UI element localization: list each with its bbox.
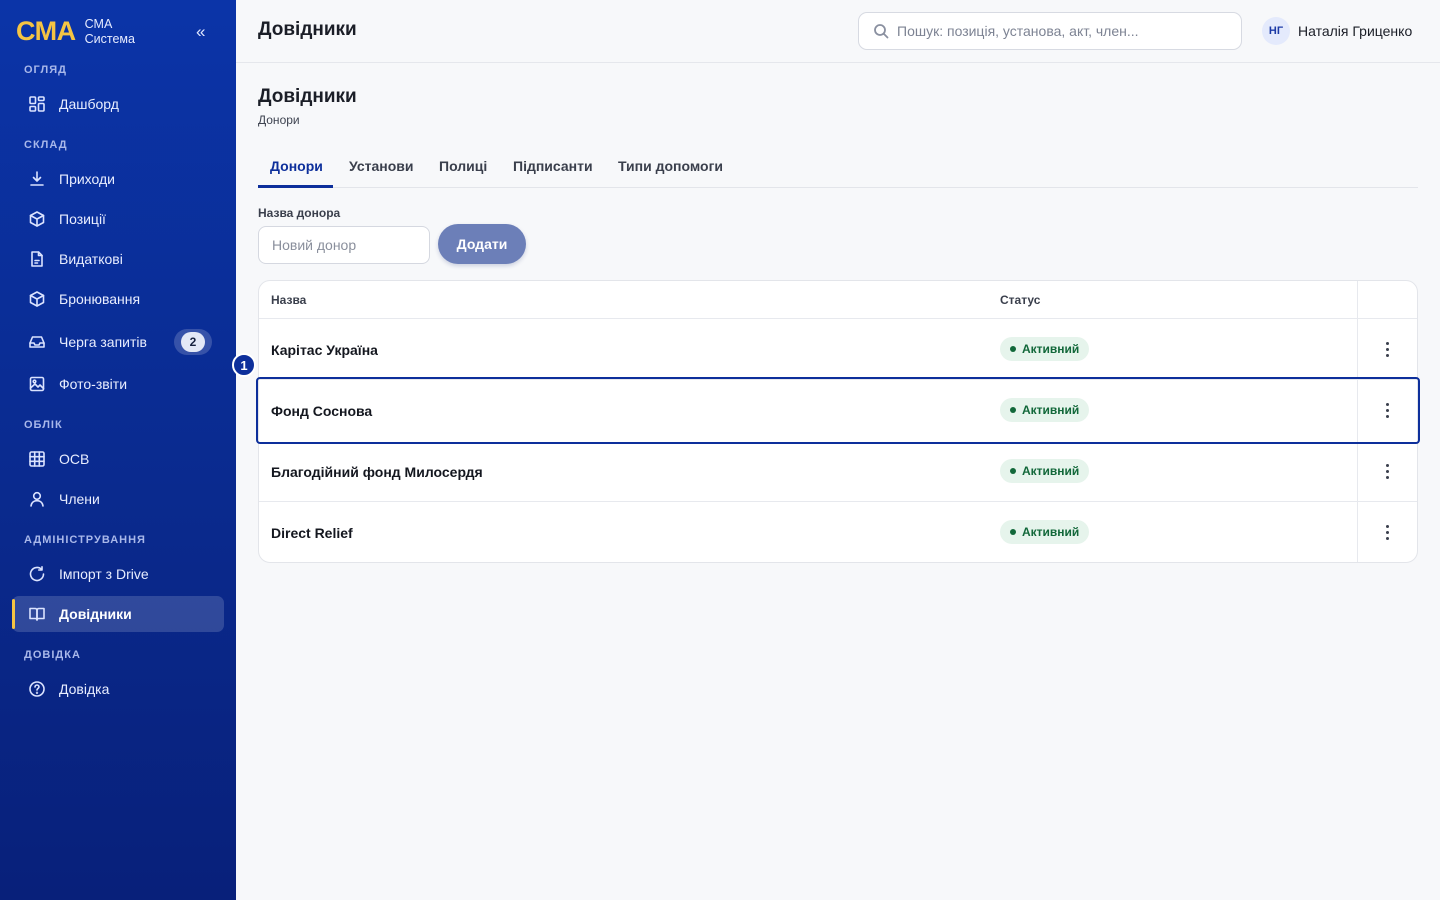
brand-logo: СМА	[16, 16, 76, 46]
donor-name-input[interactable]	[258, 226, 430, 264]
status-badge: Активний	[1000, 398, 1090, 422]
image-icon	[28, 375, 46, 393]
dashboard-icon	[28, 95, 46, 113]
tab-donors[interactable]: Донори	[270, 158, 323, 174]
sidebar-item-photo-reports[interactable]: Фото-звіти	[12, 366, 224, 402]
sidebar-item-label: Довідники	[59, 606, 132, 622]
document-icon	[28, 250, 46, 268]
brand-text: СМА Система	[85, 17, 135, 47]
page-title: Довідники	[258, 86, 357, 107]
help-icon	[28, 680, 46, 698]
inbox-icon	[28, 333, 46, 351]
sidebar-item-request-queue[interactable]: Черга запитів 2	[12, 324, 224, 360]
avatar: НГ	[1262, 17, 1290, 45]
book-icon	[28, 605, 46, 623]
sidebar-item-label: ОСВ	[59, 451, 90, 467]
brand[interactable]: СМА СМА Система	[16, 16, 135, 47]
user-icon	[28, 490, 46, 508]
sidebar-item-label: Позиції	[59, 211, 106, 227]
row-actions-button[interactable]	[1377, 337, 1397, 361]
status-badge: Активний	[1000, 459, 1090, 483]
sidebar-item-label: Приходи	[59, 171, 115, 187]
section-help: ДОВІДКА	[24, 649, 81, 661]
table-row[interactable]: Благодійний фонд Милосердя Активний	[259, 441, 1417, 502]
collapse-sidebar-button[interactable]: «	[196, 22, 205, 42]
brand-line1: СМА	[84, 16, 113, 31]
sidebar-item-import-drive[interactable]: Імпорт з Drive	[12, 556, 224, 592]
user-menu[interactable]: НГ Наталія Гриценко	[1262, 17, 1412, 45]
donor-name-label: Назва донора	[258, 206, 341, 220]
donor-name: Direct Relief	[271, 524, 353, 541]
sidebar-item-booking[interactable]: Бронювання	[12, 281, 224, 317]
sidebar-item-label: Дашборд	[59, 96, 119, 112]
add-donor-button[interactable]: Додати	[438, 224, 526, 264]
status-dot-icon	[1010, 407, 1016, 413]
queue-count: 2	[181, 332, 205, 352]
sidebar-item-receipts[interactable]: Приходи	[12, 161, 224, 197]
status-text: Активний	[1022, 464, 1080, 478]
annotation-marker: 1	[232, 353, 256, 377]
tab-aid-types[interactable]: Типи допомоги	[618, 158, 723, 174]
search-icon	[874, 24, 889, 39]
sidebar-item-positions[interactable]: Позиції	[12, 201, 224, 237]
status-dot-icon	[1010, 346, 1016, 352]
tab-signatories[interactable]: Підписанти	[513, 158, 593, 174]
section-accounting: ОБЛІК	[24, 419, 63, 431]
donor-name: Фонд Соснова	[271, 402, 373, 419]
header-title: Довідники	[258, 19, 357, 40]
search-input[interactable]	[897, 23, 1227, 39]
sidebar: СМА СМА Система « ОГЛЯД Дашборд СКЛАД Пр…	[0, 0, 236, 900]
row-actions-button[interactable]	[1377, 398, 1397, 422]
row-actions-button[interactable]	[1377, 520, 1397, 544]
status-text: Активний	[1022, 403, 1080, 417]
sidebar-item-label: Черга запитів	[59, 334, 147, 350]
table-row[interactable]: Direct Relief Активний	[259, 502, 1417, 563]
table-row-selected[interactable]: Фонд Соснова Активний	[256, 377, 1420, 444]
page-subtitle: Донори	[258, 113, 300, 127]
sidebar-item-label: Члени	[59, 491, 100, 507]
sidebar-item-references[interactable]: Довідники	[12, 596, 224, 632]
table-row[interactable]: Карітас Україна Активний	[259, 319, 1417, 380]
donor-name: Карітас Україна	[271, 341, 378, 358]
tab-shelves[interactable]: Полиці	[439, 158, 487, 174]
sidebar-item-expenses[interactable]: Видаткові	[12, 241, 224, 277]
tab-institutions[interactable]: Установи	[349, 158, 413, 174]
table-header: Назва Статус	[259, 281, 1417, 319]
status-badge: Активний	[1000, 337, 1090, 361]
column-header-name[interactable]: Назва	[271, 281, 306, 319]
section-administration: АДМІНІСТРУВАННЯ	[24, 534, 146, 546]
reference-tabs: Донори Установи Полиці Підписанти Типи д…	[258, 148, 1418, 188]
global-search[interactable]	[858, 12, 1242, 50]
sidebar-item-label: Довідка	[59, 681, 110, 697]
sidebar-item-members[interactable]: Члени	[12, 481, 224, 517]
refresh-icon	[28, 565, 46, 583]
donor-name: Благодійний фонд Милосердя	[271, 463, 483, 480]
box-icon	[28, 290, 46, 308]
sidebar-item-label: Імпорт з Drive	[59, 566, 149, 582]
box-icon	[28, 210, 46, 228]
row-actions-button[interactable]	[1377, 459, 1397, 483]
active-tab-indicator	[258, 185, 333, 188]
status-text: Активний	[1022, 525, 1080, 539]
donors-table: Назва Статус Карітас Україна Активний Фо…	[256, 280, 1420, 563]
status-badge: Активний	[1000, 520, 1090, 544]
sidebar-item-label: Видаткові	[59, 251, 123, 267]
sidebar-item-label: Бронювання	[59, 291, 141, 307]
top-header: Довідники НГ Наталія Гриценко	[236, 0, 1440, 63]
column-header-status[interactable]: Статус	[1000, 281, 1040, 319]
status-dot-icon	[1010, 529, 1016, 535]
status-text: Активний	[1022, 342, 1080, 356]
brand-line2: Система	[84, 31, 135, 46]
table-icon	[28, 450, 46, 468]
queue-count-badge: 2	[174, 329, 212, 355]
sidebar-item-label: Фото-звіти	[59, 376, 128, 392]
user-name: Наталія Гриценко	[1298, 23, 1413, 39]
section-overview: ОГЛЯД	[24, 64, 67, 76]
sidebar-item-help[interactable]: Довідка	[12, 671, 224, 707]
status-dot-icon	[1010, 468, 1016, 474]
section-warehouse: СКЛАД	[24, 139, 68, 151]
download-icon	[28, 170, 46, 188]
sidebar-item-osv[interactable]: ОСВ	[12, 441, 224, 477]
sidebar-item-dashboard[interactable]: Дашборд	[12, 86, 224, 122]
